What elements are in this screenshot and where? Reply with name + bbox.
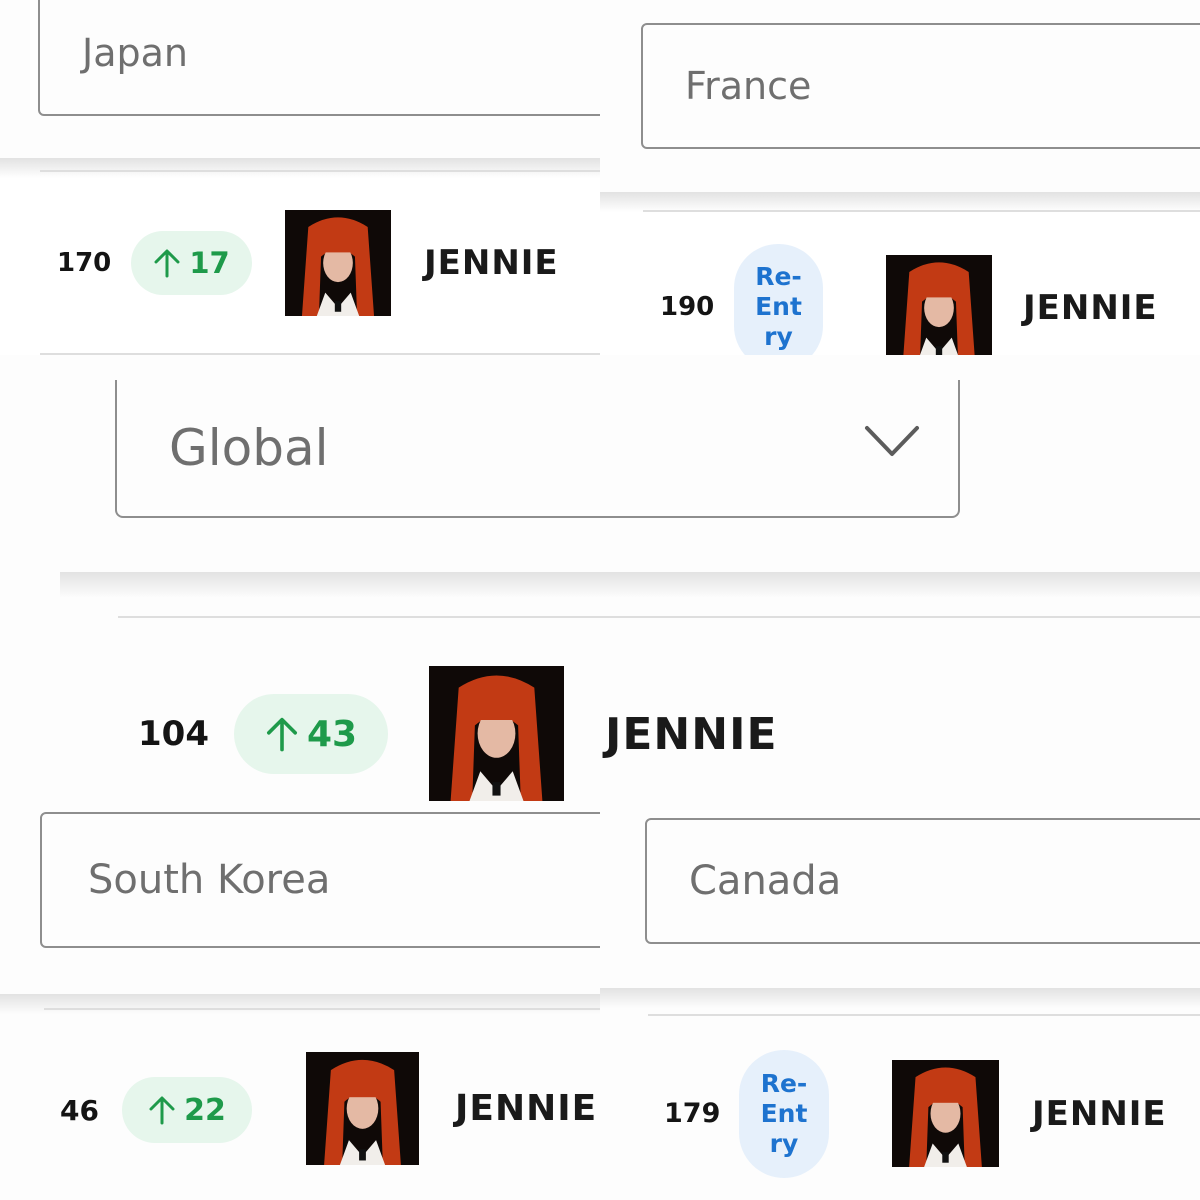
country-select-france[interactable]: France xyxy=(641,23,1200,149)
reentry-line: ry xyxy=(769,1129,799,1158)
chevron-down-icon[interactable] xyxy=(864,424,920,458)
chart-rank: 179 xyxy=(664,1098,721,1129)
reentry-line: Ent xyxy=(755,292,802,321)
artist-name[interactable]: JENNIE xyxy=(605,709,778,760)
arrow-up-icon xyxy=(154,249,180,278)
row-divider xyxy=(648,1014,1200,1016)
section-shadow xyxy=(60,572,1200,598)
rank-change-badge: 17 xyxy=(131,231,252,295)
reentry-badge: Re- Ent ry xyxy=(734,244,823,370)
reentry-line: Re- xyxy=(760,1069,808,1098)
country-select-japan[interactable]: Japan xyxy=(38,0,638,116)
reentry-line: ry xyxy=(764,322,793,351)
rank-change-badge: 43 xyxy=(234,694,388,774)
reentry-badge: Re- Ent ry xyxy=(739,1050,829,1178)
row-divider xyxy=(44,1008,600,1010)
album-art-icon[interactable] xyxy=(306,1052,419,1165)
reentry-line: Ent xyxy=(760,1099,808,1128)
album-art-icon[interactable] xyxy=(429,666,564,801)
rank-change-badge: 22 xyxy=(122,1077,252,1143)
rank-change-value: 22 xyxy=(184,1092,226,1128)
row-divider xyxy=(643,210,1200,212)
country-select-global[interactable]: Global xyxy=(115,380,960,518)
country-select-label: Global xyxy=(169,419,329,477)
country-select-label: South Korea xyxy=(88,857,331,903)
chart-rank: 46 xyxy=(60,1094,99,1127)
chart-rank: 104 xyxy=(138,714,209,754)
rank-change-value: 43 xyxy=(306,713,358,755)
rank-change-value: 17 xyxy=(189,246,230,280)
section-shadow xyxy=(0,158,600,178)
chart-rank: 190 xyxy=(660,292,715,322)
artist-name[interactable]: JENNIE xyxy=(1032,1094,1167,1134)
artist-name[interactable]: JENNIE xyxy=(455,1088,597,1129)
country-select-canada[interactable]: Canada xyxy=(645,818,1200,944)
country-select-label: Canada xyxy=(689,858,842,904)
section-shadow xyxy=(600,192,1200,212)
arrow-up-icon xyxy=(266,717,297,752)
country-select-south-korea[interactable]: South Korea xyxy=(40,812,640,948)
row-divider xyxy=(40,170,600,172)
country-select-label: Japan xyxy=(82,31,188,75)
chart-rank: 170 xyxy=(57,248,112,278)
reentry-line: Re- xyxy=(755,262,802,291)
artist-name[interactable]: JENNIE xyxy=(1023,288,1158,328)
arrow-up-icon xyxy=(149,1096,175,1125)
album-art-icon[interactable] xyxy=(285,210,391,316)
album-art-icon[interactable] xyxy=(886,255,992,361)
album-art-icon[interactable] xyxy=(892,1060,999,1167)
section-shadow xyxy=(600,988,1200,1008)
artist-name[interactable]: JENNIE xyxy=(424,243,559,283)
section-shadow xyxy=(0,994,600,1014)
country-select-label: France xyxy=(685,64,812,108)
row-divider xyxy=(118,616,1200,618)
